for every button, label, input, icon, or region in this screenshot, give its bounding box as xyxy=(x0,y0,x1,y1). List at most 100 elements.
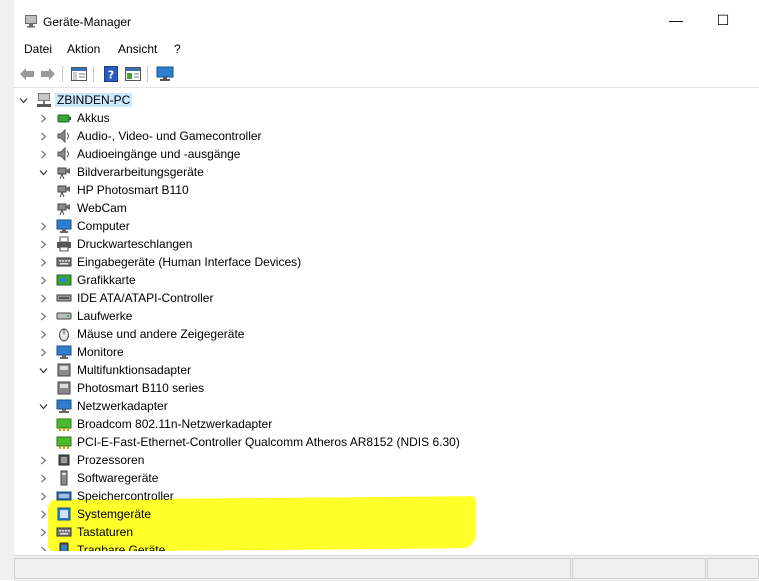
tree-category-audio-video-und-gamecontroller[interactable]: Audio-, Video- und Gamecontroller xyxy=(38,127,264,145)
tree-category-laufwerke[interactable]: Laufwerke xyxy=(38,307,134,325)
tree-item-label: Audio-, Video- und Gamecontroller xyxy=(77,129,262,143)
expand-chevron-icon[interactable] xyxy=(38,289,48,307)
tree-item-label: HP Photosmart B110 xyxy=(77,183,189,197)
tree-device-hp-photosmart-b110[interactable]: HP Photosmart B110 xyxy=(56,181,191,199)
expand-chevron-icon[interactable] xyxy=(38,469,48,487)
network-card-icon xyxy=(56,416,72,432)
tree-category-bildverarbeitungsgeräte[interactable]: Bildverarbeitungsgeräte xyxy=(38,163,206,181)
properties-button[interactable] xyxy=(124,65,142,83)
properties-icon xyxy=(125,67,141,81)
camera-icon xyxy=(56,164,72,180)
help-button[interactable]: ? xyxy=(102,65,120,83)
network-icon xyxy=(56,398,72,414)
back-arrow-icon xyxy=(20,68,34,80)
device-tree[interactable]: ZBINDEN-PC Akkus Audio-, Video- und Gamec… xyxy=(14,89,759,551)
tree-category-tastaturen[interactable]: Tastaturen xyxy=(38,523,135,541)
software-device-icon xyxy=(56,470,72,486)
tree-category-druckwarteschlangen[interactable]: Druckwarteschlangen xyxy=(38,235,194,253)
keyboard-icon xyxy=(56,254,72,270)
show-hide-console-tree-button[interactable] xyxy=(70,65,88,83)
tree-category-softwaregeräte[interactable]: Softwaregeräte xyxy=(38,469,160,487)
expand-chevron-icon[interactable] xyxy=(38,523,48,541)
expand-chevron-icon[interactable] xyxy=(38,541,48,551)
collapse-chevron-icon[interactable] xyxy=(38,163,48,181)
tree-item-label: Tastaturen xyxy=(77,525,134,539)
tree-category-computer[interactable]: Computer xyxy=(38,217,132,235)
system-icon xyxy=(56,506,72,522)
help-book-icon: ? xyxy=(104,66,118,82)
collapse-chevron-icon[interactable] xyxy=(18,91,28,109)
tree-device-pci-e-fast-ethernet-controller-qualcomm-atheros-ar8152-ndis-6-30[interactable]: PCI-E-Fast-Ethernet-Controller Qualcomm … xyxy=(56,433,462,451)
tree-category-systemgeräte[interactable]: Systemgeräte xyxy=(38,505,153,523)
expand-chevron-icon[interactable] xyxy=(38,505,48,523)
tree-item-label: Multifunktionsadapter xyxy=(77,363,192,377)
tree-category-netzwerkadapter[interactable]: Netzwerkadapter xyxy=(38,397,170,415)
expand-chevron-icon[interactable] xyxy=(38,271,48,289)
printer-icon xyxy=(56,236,72,252)
network-card-icon xyxy=(56,434,72,450)
menu-ansicht[interactable]: Ansicht xyxy=(118,42,157,56)
tree-category-eingabegeräte-human-interface-devices[interactable]: Eingabegeräte (Human Interface Devices) xyxy=(38,253,303,271)
collapse-chevron-icon[interactable] xyxy=(38,361,48,379)
monitor-icon xyxy=(56,218,72,234)
tree-item-label: Akkus xyxy=(77,111,110,125)
expand-chevron-icon[interactable] xyxy=(38,451,48,469)
speaker-icon xyxy=(56,128,72,144)
tree-item-label: Netzwerkadapter xyxy=(77,399,168,413)
forward-arrow-icon xyxy=(41,68,55,80)
status-pane xyxy=(14,558,571,579)
expand-chevron-icon[interactable] xyxy=(38,145,48,163)
collapse-chevron-icon[interactable] xyxy=(38,397,48,415)
status-pane xyxy=(707,558,759,579)
menu-datei[interactable]: Datei xyxy=(24,42,52,56)
tree-device-photosmart-b110-series[interactable]: Photosmart B110 series xyxy=(56,379,206,397)
tree-category-ide-ata-atapi-controller[interactable]: IDE ATA/ATAPI-Controller xyxy=(38,289,215,307)
menu-help[interactable]: ? xyxy=(174,42,181,56)
back-button[interactable] xyxy=(18,65,36,83)
ide-icon xyxy=(56,290,72,306)
expand-chevron-icon[interactable] xyxy=(38,235,48,253)
multifunction-icon xyxy=(56,362,72,378)
tree-category-audioeingänge-und-ausgänge[interactable]: Audioeingänge und -ausgänge xyxy=(38,145,242,163)
tree-device-webcam[interactable]: WebCam xyxy=(56,199,129,217)
expand-chevron-icon[interactable] xyxy=(38,217,48,235)
expand-chevron-icon[interactable] xyxy=(38,127,48,145)
tree-item-label: Laufwerke xyxy=(77,309,133,323)
gpu-icon xyxy=(56,272,72,288)
toolbar-separator xyxy=(62,66,63,82)
tree-item-label: Broadcom 802.11n-Netzwerkadapter xyxy=(77,417,273,431)
tree-root[interactable]: ZBINDEN-PC xyxy=(18,91,133,109)
tree-category-monitore[interactable]: Monitore xyxy=(38,343,126,361)
tree-category-multifunktionsadapter[interactable]: Multifunktionsadapter xyxy=(38,361,193,379)
expand-chevron-icon[interactable] xyxy=(38,487,48,505)
expand-chevron-icon[interactable] xyxy=(38,343,48,361)
maximize-button[interactable]: ☐ xyxy=(712,9,734,31)
tree-category-tragbare-geräte[interactable]: Tragbare Geräte xyxy=(38,541,167,551)
battery-icon xyxy=(56,110,72,126)
title-bar[interactable]: Geräte-Manager — ☐ xyxy=(14,0,759,40)
tree-category-grafikkarte[interactable]: Grafikkarte xyxy=(38,271,138,289)
speaker-icon xyxy=(56,146,72,162)
window-title: Geräte-Manager xyxy=(43,15,132,29)
minimize-button[interactable]: — xyxy=(665,9,687,31)
scan-hardware-button[interactable] xyxy=(156,65,174,83)
tree-category-mäuse-und-andere-zeigegeräte[interactable]: Mäuse und andere Zeigegeräte xyxy=(38,325,246,343)
tree-category-prozessoren[interactable]: Prozessoren xyxy=(38,451,146,469)
expand-chevron-icon[interactable] xyxy=(38,109,48,127)
tree-item-label: Monitore xyxy=(77,345,124,359)
tree-category-speichercontroller[interactable]: Speichercontroller xyxy=(38,487,176,505)
menu-aktion[interactable]: Aktion xyxy=(67,42,100,56)
forward-button[interactable] xyxy=(39,65,57,83)
tree-category-akkus[interactable]: Akkus xyxy=(38,109,112,127)
tree-item-label: Systemgeräte xyxy=(77,507,152,521)
tree-device-broadcom-802-11n-netzwerkadapter[interactable]: Broadcom 802.11n-Netzwerkadapter xyxy=(56,415,274,433)
svg-text:?: ? xyxy=(108,69,114,82)
expand-chevron-icon[interactable] xyxy=(38,325,48,343)
expand-chevron-icon[interactable] xyxy=(38,253,48,271)
tree-item-label: Eingabegeräte (Human Interface Devices) xyxy=(77,255,302,269)
expand-chevron-icon[interactable] xyxy=(38,307,48,325)
tree-item-label: IDE ATA/ATAPI-Controller xyxy=(77,291,214,305)
toolbar-separator xyxy=(147,66,148,82)
background-window-edge xyxy=(0,0,14,580)
tree-item-label: Softwaregeräte xyxy=(77,471,159,485)
